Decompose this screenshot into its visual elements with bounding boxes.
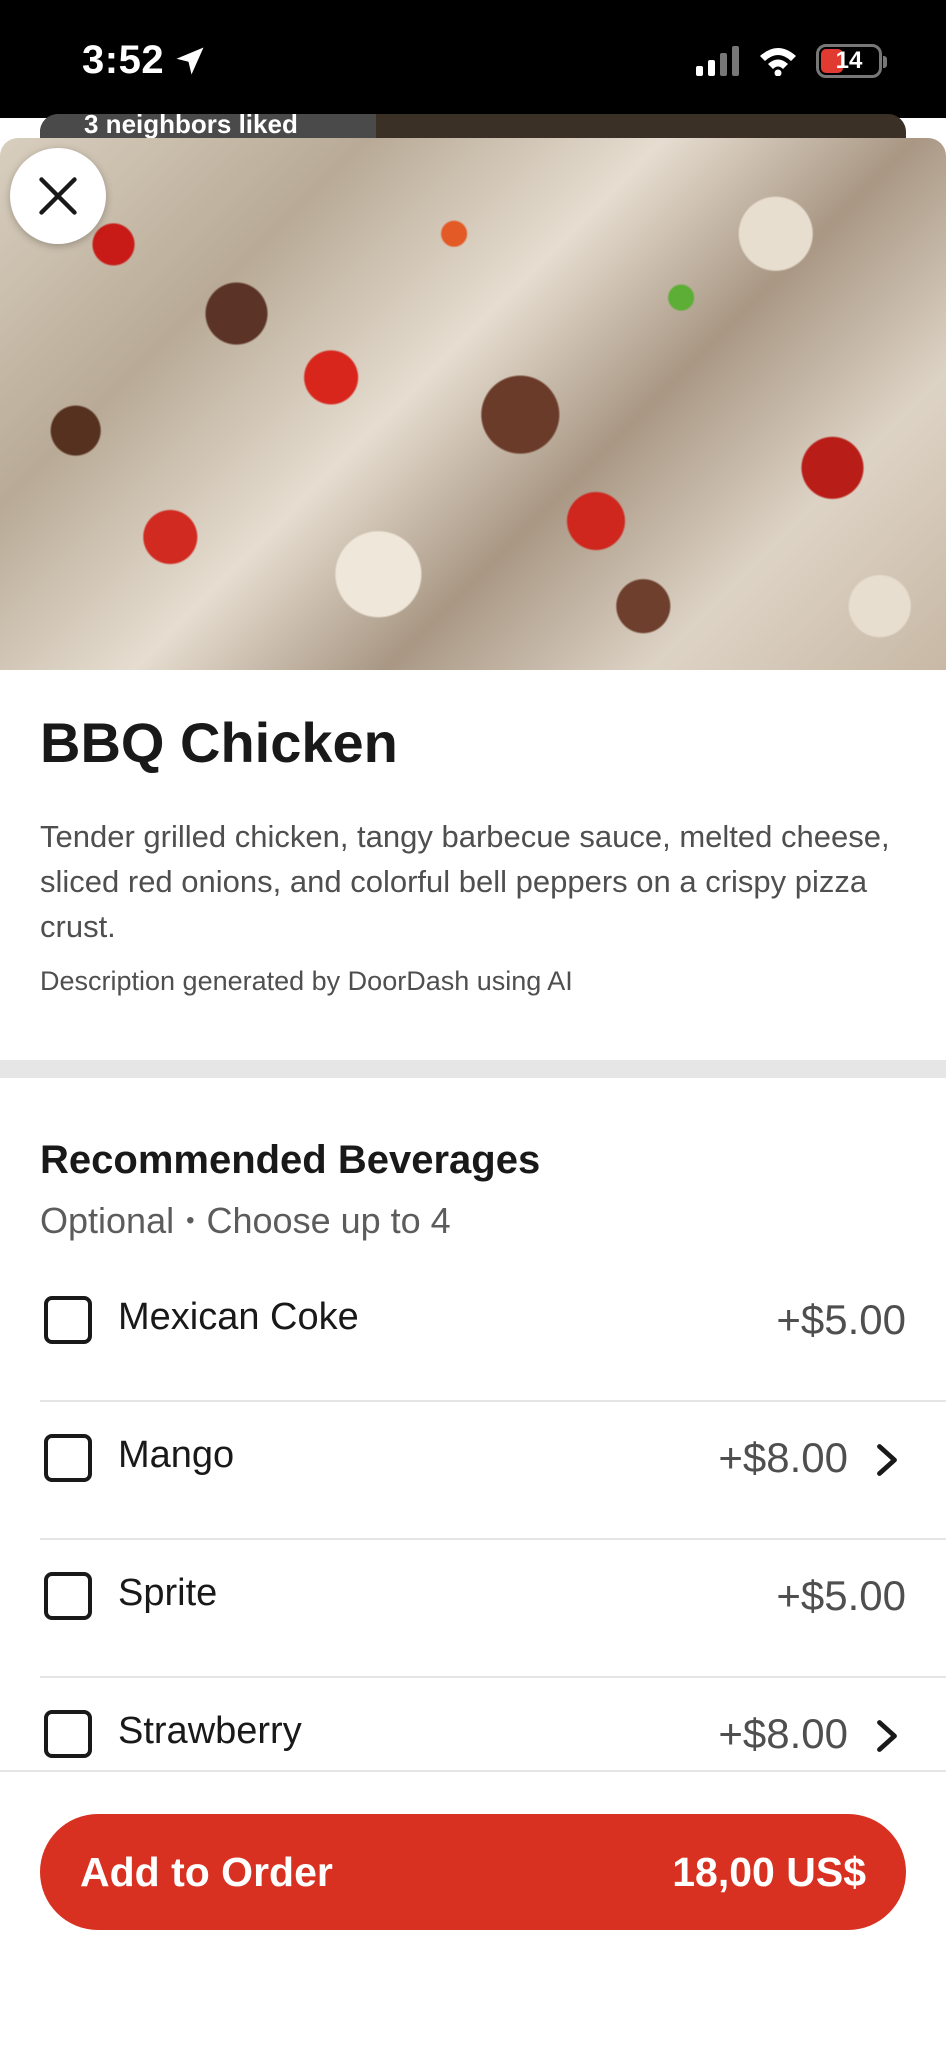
item-title: BBQ Chicken <box>40 711 398 774</box>
separator-dot: • <box>186 1207 195 1234</box>
order-total: 18,00 US$ <box>672 1848 866 1895</box>
option-limit-text: Choose up to 4 <box>206 1200 451 1241</box>
section-divider <box>0 1060 946 1078</box>
close-icon <box>39 177 77 215</box>
option-price: +$8.00 <box>718 1434 848 1481</box>
chevron-right-icon[interactable] <box>872 1718 902 1754</box>
item-description: Tender grilled chicken, tangy barbecue s… <box>40 819 890 944</box>
item-photo <box>0 138 946 670</box>
checkbox[interactable] <box>44 1296 92 1344</box>
option-name: Mango <box>118 1434 235 1476</box>
option-group-subtitle: Optional • Choose up to 4 <box>40 1200 451 1242</box>
status-icons: 14 <box>696 44 887 78</box>
option-row-sprite[interactable]: Sprite +$5.00 <box>40 1540 946 1678</box>
option-required-text: Optional <box>40 1200 175 1241</box>
battery-level: 14 <box>835 47 863 74</box>
checkbox[interactable] <box>44 1434 92 1482</box>
option-price: +$5.00 <box>776 1296 906 1343</box>
chevron-right-icon[interactable] <box>872 1442 902 1478</box>
option-price: +$8.00 <box>718 1710 848 1757</box>
options-list: Mexican Coke +$5.00 Mango +$8.00 Sprite … <box>40 1264 946 1816</box>
location-arrow-icon <box>176 47 204 74</box>
option-group-title: Recommended Beverages <box>40 1138 541 1182</box>
ai-description-note: Description generated by DoorDash using … <box>40 966 573 996</box>
battery-icon: 14 <box>816 44 887 78</box>
add-to-order-button[interactable]: Add to Order 18,00 US$ <box>40 1814 906 1930</box>
checkbox[interactable] <box>44 1710 92 1758</box>
footer: Add to Order 18,00 US$ <box>0 1770 946 2048</box>
option-row-mexican-coke[interactable]: Mexican Coke +$5.00 <box>40 1264 946 1402</box>
wifi-icon <box>760 48 796 76</box>
option-name: Sprite <box>118 1572 218 1614</box>
status-time: 3:52 <box>82 38 208 83</box>
option-row-mango[interactable]: Mango +$8.00 <box>40 1402 946 1540</box>
option-name: Strawberry <box>118 1710 302 1752</box>
option-name: Mexican Coke <box>118 1296 359 1338</box>
time-text: 3:52 <box>82 38 165 82</box>
option-price: +$5.00 <box>776 1572 906 1619</box>
add-to-order-label: Add to Order <box>80 1848 333 1895</box>
neighbors-liked-text: 3 neighbors liked <box>84 114 298 139</box>
close-button[interactable] <box>10 148 106 244</box>
checkbox[interactable] <box>44 1572 92 1620</box>
status-bar: 3:52 14 <box>0 0 946 118</box>
cellular-signal-icon <box>696 46 739 76</box>
